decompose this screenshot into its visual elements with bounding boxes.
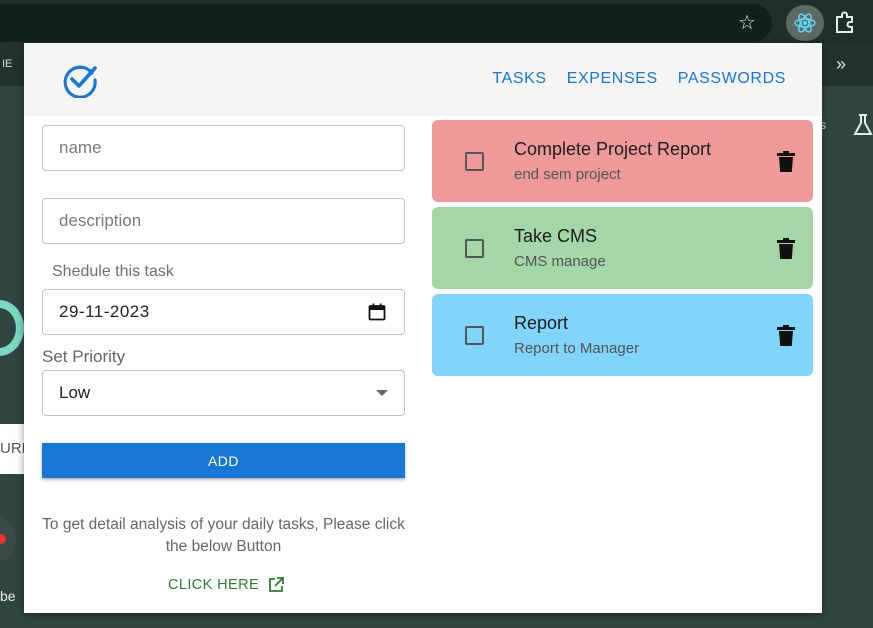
task-title: Report bbox=[514, 313, 569, 333]
name-field bbox=[42, 125, 405, 171]
background-text: be bbox=[0, 588, 16, 604]
task-card: Report Report to Manager bbox=[432, 294, 813, 376]
nav-expenses[interactable]: EXPENSES bbox=[567, 70, 658, 88]
app-bar: TASKS EXPENSES PASSWORDS bbox=[24, 43, 822, 116]
delete-icon[interactable] bbox=[777, 151, 795, 173]
star-icon[interactable]: ☆ bbox=[734, 10, 760, 36]
task-description: Report to Manager bbox=[514, 340, 640, 357]
description-field bbox=[42, 198, 405, 244]
date-input[interactable]: 29-11-2023 bbox=[42, 289, 405, 335]
react-devtools-extension-button[interactable] bbox=[786, 5, 824, 41]
background-url-field: URL bbox=[0, 424, 24, 474]
delete-icon[interactable] bbox=[777, 238, 795, 260]
task-description: end sem project bbox=[514, 166, 621, 183]
priority-label: Set Priority bbox=[42, 347, 126, 366]
task-card: Take CMS CMS manage bbox=[432, 207, 813, 289]
click-here-label: CLICK HERE bbox=[168, 577, 260, 593]
flask-icon[interactable] bbox=[848, 110, 873, 140]
task-title: Complete Project Report bbox=[514, 139, 712, 159]
external-link-icon bbox=[269, 577, 284, 592]
date-value: 29-11-2023 bbox=[59, 302, 150, 321]
extension-popup: TASKS EXPENSES PASSWORDS Shedule this ta… bbox=[24, 43, 822, 613]
name-input[interactable] bbox=[43, 126, 404, 170]
chevron-down-icon bbox=[376, 390, 388, 396]
analysis-info-text: To get detail analysis of your daily tas… bbox=[42, 516, 405, 555]
task-card: Complete Project Report end sem project bbox=[432, 120, 813, 202]
nav-menu: TASKS EXPENSES PASSWORDS bbox=[492, 70, 786, 88]
address-bar[interactable] bbox=[0, 4, 772, 42]
chevron-double-right-icon[interactable]: » bbox=[836, 54, 846, 75]
priority-select[interactable]: Low bbox=[42, 370, 405, 416]
task-checkbox[interactable] bbox=[465, 152, 484, 171]
task-checkbox[interactable] bbox=[465, 239, 484, 258]
bookmark-item[interactable]: IE bbox=[2, 58, 12, 70]
add-button[interactable]: ADD bbox=[42, 443, 405, 478]
task-title: Take CMS bbox=[514, 226, 598, 246]
nav-tasks[interactable]: TASKS bbox=[492, 70, 546, 88]
task-checkbox[interactable] bbox=[465, 326, 484, 345]
delete-icon[interactable] bbox=[777, 325, 795, 347]
calendar-icon[interactable] bbox=[368, 303, 386, 321]
extensions-puzzle-button[interactable] bbox=[830, 8, 860, 38]
puzzle-icon bbox=[836, 11, 853, 33]
nav-passwords[interactable]: PASSWORDS bbox=[678, 70, 786, 88]
description-input[interactable] bbox=[43, 199, 404, 243]
react-icon bbox=[794, 13, 816, 33]
task-description: CMS manage bbox=[514, 253, 606, 270]
click-here-link[interactable]: CLICK HERE bbox=[168, 576, 285, 594]
check-circle-icon[interactable] bbox=[62, 62, 98, 98]
schedule-label: Shedule this task bbox=[52, 263, 174, 280]
priority-value: Low bbox=[59, 383, 91, 402]
